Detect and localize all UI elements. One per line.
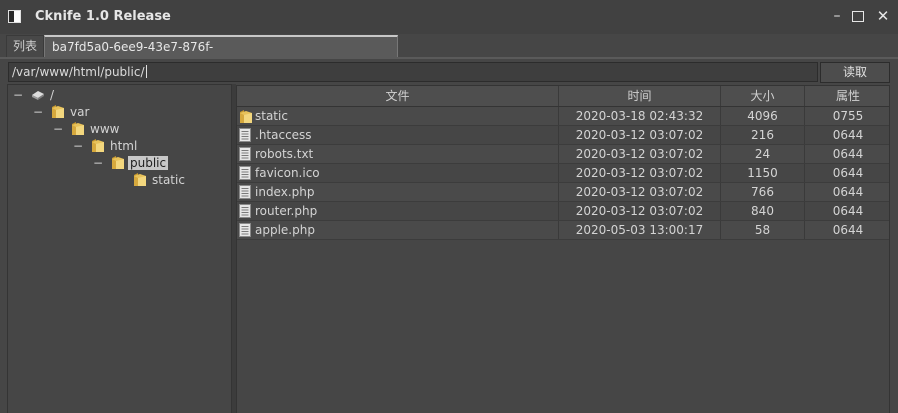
tree-toggle-icon[interactable]: − bbox=[53, 121, 63, 138]
column-header-name[interactable]: 文件 bbox=[237, 86, 559, 106]
file-name: robots.txt bbox=[255, 147, 314, 161]
file-icon bbox=[239, 204, 251, 218]
table-row[interactable]: .htaccess 2020-03-12 03:07:02 216 0644 bbox=[237, 126, 889, 145]
tree-node-label: var bbox=[70, 105, 90, 119]
table-row[interactable]: robots.txt 2020-03-12 03:07:02 24 0644 bbox=[237, 145, 889, 164]
column-header-size[interactable]: 大小 bbox=[721, 86, 805, 106]
folder-icon bbox=[51, 104, 65, 119]
tab-target-host[interactable]: ba7fd5a0-6ee9-43e7-876f-6b3ec758407b.nod… bbox=[44, 35, 398, 75]
file-permission: 0644 bbox=[832, 223, 864, 237]
file-size: 58 bbox=[721, 221, 805, 239]
tree-node-static[interactable]: static bbox=[123, 172, 187, 189]
file-time: 2020-03-12 03:07:02 bbox=[559, 145, 721, 163]
folder-icon bbox=[91, 138, 105, 153]
tree-toggle-icon[interactable]: − bbox=[33, 104, 43, 121]
tab-bar: 列表 ba7fd5a0-6ee9-43e7-876f-6b3ec758407b.… bbox=[0, 34, 898, 75]
app-icon bbox=[8, 10, 21, 23]
maximize-button[interactable] bbox=[850, 8, 866, 24]
read-button[interactable]: 读取 bbox=[820, 62, 890, 83]
file-time: 2020-05-03 13:00:17 bbox=[559, 221, 721, 239]
window-title: Cknife 1.0 Release bbox=[35, 9, 171, 24]
file-size: 840 bbox=[721, 202, 805, 220]
file-name: static bbox=[255, 109, 288, 123]
tree-node-public[interactable]: − public bbox=[93, 155, 169, 172]
maximize-icon bbox=[852, 11, 864, 22]
tree-node-www[interactable]: − www bbox=[53, 121, 121, 138]
file-size: 766 bbox=[721, 183, 805, 201]
column-header-perm[interactable]: 属性 bbox=[805, 86, 889, 106]
file-name-cell: index.php bbox=[237, 183, 559, 201]
column-header-time[interactable]: 时间 bbox=[559, 86, 721, 106]
file-time: 2020-03-12 03:07:02 bbox=[559, 164, 721, 182]
file-name: apple.php bbox=[255, 223, 315, 237]
title-bar: Cknife 1.0 Release – ✕ bbox=[0, 0, 898, 34]
table-row[interactable]: router.php 2020-03-12 03:07:02 840 0644 bbox=[237, 202, 889, 221]
file-size: 1150 bbox=[721, 164, 805, 182]
tree-toggle-icon[interactable]: − bbox=[73, 138, 83, 155]
file-name: .htaccess bbox=[255, 128, 312, 142]
directory-tree: − / − var − www − html − public static bbox=[7, 84, 232, 413]
table-header: 文件 时间 大小 属性 bbox=[237, 86, 889, 107]
file-name-cell: apple.php bbox=[237, 221, 559, 239]
folder-icon bbox=[133, 172, 147, 187]
file-permission: 0644 bbox=[832, 166, 864, 180]
file-size: 216 bbox=[721, 126, 805, 144]
tab-list[interactable]: 列表 bbox=[6, 35, 44, 57]
file-table: 文件 时间 大小 属性 static 2020-03-18 02:43:32 409… bbox=[236, 85, 890, 413]
tree-node-var[interactable]: − var bbox=[33, 104, 91, 121]
file-icon bbox=[239, 147, 251, 161]
file-name-cell: favicon.ico bbox=[237, 164, 559, 182]
tree-node-html[interactable]: − html bbox=[73, 138, 139, 155]
close-button[interactable]: ✕ bbox=[875, 8, 891, 24]
path-input[interactable]: /var/www/html/public/ bbox=[8, 62, 818, 82]
file-permission: 0644 bbox=[832, 128, 864, 142]
tree-node-label: / bbox=[50, 88, 55, 102]
file-permission: 0644 bbox=[832, 147, 864, 161]
file-name-cell: .htaccess bbox=[237, 126, 559, 144]
file-time: 2020-03-18 02:43:32 bbox=[559, 107, 721, 125]
text-caret bbox=[145, 65, 147, 78]
tree-toggle-icon[interactable]: − bbox=[93, 155, 103, 172]
file-icon bbox=[239, 223, 251, 237]
path-input-value: /var/www/html/public/ bbox=[12, 65, 147, 79]
file-time: 2020-03-12 03:07:02 bbox=[559, 126, 721, 144]
tree-node-label: public bbox=[128, 156, 169, 170]
folder-icon bbox=[71, 121, 85, 136]
file-name-cell: router.php bbox=[237, 202, 559, 220]
file-size: 4096 bbox=[721, 107, 805, 125]
table-row[interactable]: index.php 2020-03-12 03:07:02 766 0644 bbox=[237, 183, 889, 202]
file-name-cell: static bbox=[237, 107, 559, 125]
file-name: favicon.ico bbox=[255, 166, 320, 180]
tree-node-root[interactable]: − / bbox=[13, 87, 56, 104]
file-permission: 0755 bbox=[832, 109, 864, 123]
tab-separator bbox=[0, 57, 898, 59]
file-name: router.php bbox=[255, 204, 318, 218]
drive-icon bbox=[31, 88, 45, 100]
tree-node-label: static bbox=[152, 173, 185, 187]
file-permission: 0644 bbox=[832, 185, 864, 199]
tree-node-label: html bbox=[110, 139, 138, 153]
file-permission: 0644 bbox=[832, 204, 864, 218]
folder-icon bbox=[239, 109, 252, 123]
folder-icon bbox=[111, 155, 125, 170]
file-time: 2020-03-12 03:07:02 bbox=[559, 202, 721, 220]
table-row[interactable]: favicon.ico 2020-03-12 03:07:02 1150 0644 bbox=[237, 164, 889, 183]
file-time: 2020-03-12 03:07:02 bbox=[559, 183, 721, 201]
file-icon bbox=[239, 166, 251, 180]
file-icon bbox=[239, 185, 251, 199]
minimize-button[interactable]: – bbox=[829, 8, 845, 24]
table-row[interactable]: apple.php 2020-05-03 13:00:17 58 0644 bbox=[237, 221, 889, 240]
file-size: 24 bbox=[721, 145, 805, 163]
table-row[interactable]: static 2020-03-18 02:43:32 4096 0755 bbox=[237, 107, 889, 126]
file-name: index.php bbox=[255, 185, 315, 199]
tree-node-label: www bbox=[90, 122, 120, 136]
tree-toggle-icon[interactable]: − bbox=[13, 87, 23, 104]
file-name-cell: robots.txt bbox=[237, 145, 559, 163]
file-icon bbox=[239, 128, 251, 142]
